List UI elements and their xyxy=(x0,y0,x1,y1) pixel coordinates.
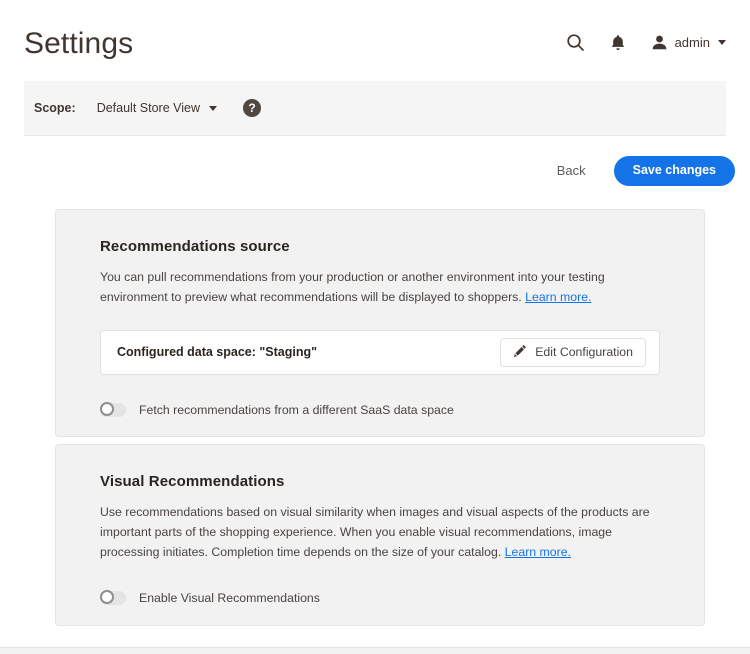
enable-visual-recommendations-toggle-row: Enable Visual Recommendations xyxy=(100,591,660,605)
back-button[interactable]: Back xyxy=(551,159,592,182)
scope-label: Scope: xyxy=(34,101,76,115)
user-avatar-icon xyxy=(651,34,668,51)
fetch-recommendations-toggle-row: Fetch recommendations from a different S… xyxy=(100,403,660,417)
save-changes-button[interactable]: Save changes xyxy=(614,156,735,186)
action-row: Back Save changes xyxy=(551,156,735,186)
pencil-icon xyxy=(513,344,527,361)
page-header: Settings admin xyxy=(0,0,750,81)
user-menu[interactable]: admin xyxy=(651,34,726,51)
edit-configuration-button[interactable]: Edit Configuration xyxy=(500,338,646,367)
edit-configuration-label: Edit Configuration xyxy=(535,345,633,359)
footer-divider xyxy=(0,647,750,654)
chevron-down-icon xyxy=(209,106,217,111)
recommendations-source-panel: Recommendations source You can pull reco… xyxy=(55,209,705,437)
fetch-recommendations-toggle[interactable] xyxy=(100,403,126,417)
question-mark-circle-icon[interactable]: ? xyxy=(243,99,261,117)
toggle-knob xyxy=(100,590,114,604)
panel-description: Use recommendations based on visual simi… xyxy=(100,503,652,563)
configured-data-space-row: Configured data space: "Staging" Edit Co… xyxy=(100,330,660,375)
enable-visual-recommendations-toggle-label: Enable Visual Recommendations xyxy=(139,591,320,605)
enable-visual-recommendations-toggle[interactable] xyxy=(100,591,126,605)
scope-selector[interactable]: Default Store View xyxy=(97,101,217,115)
header-tools: admin xyxy=(566,29,726,52)
panel-description: You can pull recommendations from your p… xyxy=(100,268,652,308)
visual-recommendations-panel: Visual Recommendations Use recommendatio… xyxy=(55,444,705,626)
toggle-knob xyxy=(100,402,114,416)
configured-data-space-label: Configured data space: "Staging" xyxy=(117,345,317,359)
search-icon[interactable] xyxy=(566,33,585,52)
chevron-down-icon xyxy=(718,40,726,45)
panel-title: Recommendations source xyxy=(100,238,660,255)
scope-selected-value: Default Store View xyxy=(97,101,200,115)
learn-more-link[interactable]: Learn more. xyxy=(505,545,571,559)
page-title: Settings xyxy=(24,23,133,59)
user-name-label: admin xyxy=(675,35,710,50)
bell-icon[interactable] xyxy=(610,34,626,52)
scope-bar: Scope: Default Store View ? xyxy=(24,81,726,136)
panel-title: Visual Recommendations xyxy=(100,473,660,490)
fetch-recommendations-toggle-label: Fetch recommendations from a different S… xyxy=(139,403,454,417)
learn-more-link[interactable]: Learn more. xyxy=(525,290,591,304)
